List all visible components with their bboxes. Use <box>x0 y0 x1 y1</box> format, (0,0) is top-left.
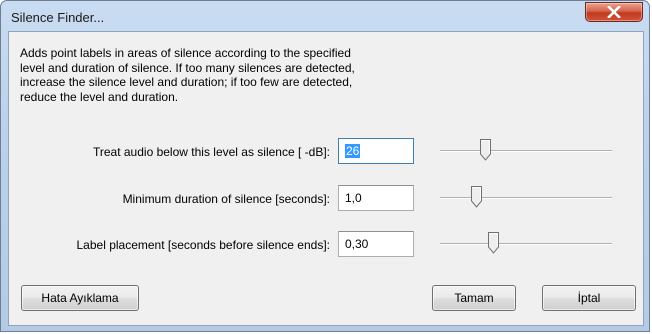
debug-button[interactable]: Hata Ayıklama <box>21 285 139 311</box>
duration-input[interactable]: 1,0 <box>338 185 414 211</box>
duration-slider-track <box>440 197 612 199</box>
level-slider[interactable] <box>440 139 612 165</box>
level-input-value: 26 <box>345 144 361 158</box>
level-label: Treat audio below this level as silence … <box>92 145 330 159</box>
close-x-icon <box>607 6 621 18</box>
duration-slider-thumb[interactable] <box>471 186 482 208</box>
cancel-button[interactable]: İptal <box>542 285 636 311</box>
level-slider-track <box>440 150 612 152</box>
placement-input-value: 0,30 <box>345 237 369 251</box>
duration-slider[interactable] <box>440 186 612 212</box>
description-text: Adds point labels in areas of silence ac… <box>20 46 355 104</box>
duration-input-value: 1,0 <box>345 191 362 205</box>
placement-slider[interactable] <box>440 232 612 258</box>
placement-slider-track <box>440 243 612 245</box>
title-bar[interactable]: Silence Finder... <box>1 1 649 31</box>
window-title: Silence Finder... <box>11 10 105 25</box>
level-slider-thumb[interactable] <box>480 139 491 161</box>
dialog-content: Adds point labels in areas of silence ac… <box>8 31 644 326</box>
placement-slider-thumb[interactable] <box>488 232 499 254</box>
close-button[interactable] <box>585 2 643 22</box>
level-input[interactable]: 26 <box>338 138 414 164</box>
placement-label: Label placement [seconds before silence … <box>76 238 331 252</box>
ok-button[interactable]: Tamam <box>432 285 516 311</box>
silence-finder-dialog: Silence Finder... Adds point labels in a… <box>0 0 650 332</box>
duration-label: Minimum duration of silence [seconds]: <box>122 192 330 206</box>
placement-input[interactable]: 0,30 <box>338 231 414 257</box>
